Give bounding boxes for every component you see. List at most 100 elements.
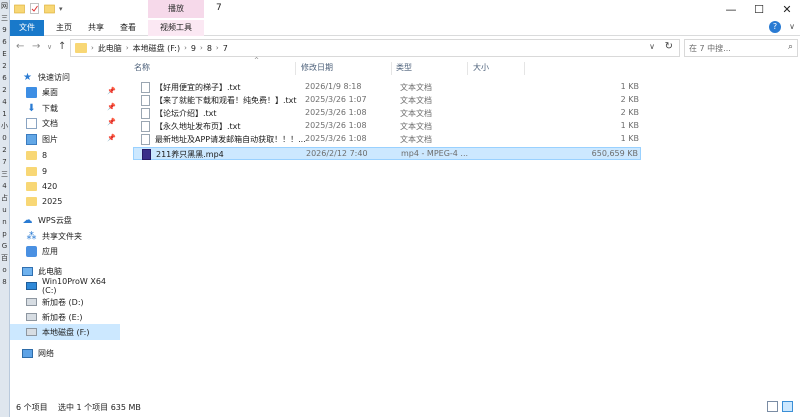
breadcrumb-8[interactable]: 8	[207, 44, 212, 53]
column-divider[interactable]	[295, 62, 296, 75]
nav-wps-cloud[interactable]: ☁ WPS云盘	[22, 212, 132, 228]
expand-ribbon-icon[interactable]: ∨	[789, 22, 795, 31]
column-header-type[interactable]: 类型	[396, 60, 468, 76]
chevron-right-icon[interactable]: ›	[216, 44, 219, 52]
status-selection: 选中 1 个项目 635 MB	[58, 403, 141, 412]
nav-label: 共享文件夹	[42, 231, 82, 241]
tab-file[interactable]: 文件	[10, 20, 44, 36]
table-row-selected[interactable]: 211养只黑黑.mp4 2026/2/12 7:40 mp4 - MPEG-4 …	[133, 147, 641, 160]
column-divider[interactable]	[391, 62, 392, 75]
nav-item-folder-420[interactable]: 420	[26, 178, 120, 194]
desktop-strip-glyph: 9	[2, 26, 7, 34]
file-name: 【永久地址发布页】.txt	[155, 122, 241, 131]
network-icon	[22, 348, 33, 358]
navigation-row: ← → ∨ ↑ › 此电脑 › 本地磁盘 (F:) › 9 › 8 › 7 ∨ …	[10, 37, 800, 59]
nav-item-shared-folder[interactable]: ⁂ 共享文件夹	[26, 228, 120, 244]
nav-drive-f[interactable]: 本地磁盘 (F:)	[10, 324, 120, 340]
nav-item-folder-2025[interactable]: 2025	[26, 193, 120, 209]
desktop-strip-glyph: u	[2, 206, 7, 214]
window-controls: — ☐ ✕	[717, 0, 800, 20]
breadcrumb-drive-f[interactable]: 本地磁盘 (F:)	[133, 43, 180, 54]
file-date: 2026/2/12 7:40	[306, 149, 368, 158]
address-bar[interactable]: › 此电脑 › 本地磁盘 (F:) › 9 › 8 › 7 ∨ ↻	[70, 39, 680, 57]
file-type: 文本文档	[400, 83, 432, 92]
table-row[interactable]: 【来了就能下载和观看！纯免费！】.txt 2025/3/26 1:07 文本文档…	[133, 94, 641, 107]
forward-icon[interactable]: →	[32, 41, 40, 52]
breadcrumb-7[interactable]: 7	[223, 44, 228, 53]
tab-video-tools[interactable]: 视频工具	[148, 20, 204, 36]
large-icons-view-icon[interactable]	[782, 401, 793, 412]
desktop-strip-glyph: 2	[2, 86, 7, 94]
chevron-right-icon[interactable]: ›	[184, 44, 187, 52]
customize-toolbar-icon[interactable]: ▾	[59, 5, 63, 13]
search-input[interactable]: 在 7 中搜... ⌕	[684, 39, 798, 57]
nav-label: WPS云盘	[38, 215, 72, 225]
tab-home[interactable]: 主页	[50, 20, 78, 36]
pin-icon: 📌	[107, 134, 116, 142]
file-date: 2025/3/26 1:08	[305, 108, 367, 117]
status-item-count: 6 个项目	[16, 403, 48, 412]
nav-label: 桌面	[42, 87, 58, 97]
file-size: 2 KB	[620, 108, 639, 117]
file-type: mp4 - MPEG-4 ...	[401, 149, 469, 158]
nav-drive-e[interactable]: 新加卷 (E:)	[26, 309, 120, 325]
file-name: 【论坛介绍】.txt	[155, 109, 217, 118]
chevron-right-icon[interactable]: ›	[200, 44, 203, 52]
tab-view[interactable]: 查看	[114, 20, 142, 36]
tab-share[interactable]: 共享	[82, 20, 110, 36]
column-header-date[interactable]: 修改日期	[301, 60, 391, 76]
file-date: 2025/3/26 1:08	[305, 134, 367, 143]
close-button[interactable]: ✕	[773, 0, 800, 20]
nav-item-folder-9[interactable]: 9	[26, 163, 120, 179]
column-divider[interactable]	[467, 62, 468, 75]
details-view-icon[interactable]	[767, 401, 778, 412]
nav-item-documents[interactable]: 文档 📌	[26, 115, 120, 131]
back-icon[interactable]: ←	[16, 41, 24, 52]
table-row[interactable]: 【永久地址发布页】.txt 2025/3/26 1:08 文本文档 1 KB	[133, 120, 641, 133]
properties-icon[interactable]	[29, 3, 40, 14]
folder-icon	[75, 43, 87, 53]
table-row[interactable]: 【好用便宜的梯子】.txt 2026/1/9 8:18 文本文档 1 KB	[133, 81, 641, 94]
pin-icon: 📌	[107, 118, 116, 126]
nav-item-desktop[interactable]: 桌面 📌	[26, 84, 120, 100]
new-folder-icon[interactable]	[44, 3, 55, 14]
table-row[interactable]: 【论坛介绍】.txt 2025/3/26 1:08 文本文档 2 KB	[133, 107, 641, 120]
maximize-button[interactable]: ☐	[745, 0, 773, 20]
file-type: 文本文档	[400, 109, 432, 118]
desktop-strip-glyph: 网	[1, 2, 8, 10]
file-size: 650,659 KB	[591, 149, 638, 158]
nav-item-pictures[interactable]: 图片 📌	[26, 131, 120, 147]
table-row[interactable]: 最新地址及APP请发邮箱自动获取！！！... 2025/3/26 1:08 文本…	[133, 133, 641, 146]
nav-quick-access[interactable]: ★ 快速访问	[22, 69, 132, 85]
nav-label: 2025	[42, 196, 63, 206]
breadcrumb-this-pc[interactable]: 此电脑	[98, 43, 122, 54]
recent-locations-icon[interactable]: ∨	[47, 43, 52, 51]
minimize-button[interactable]: —	[717, 0, 745, 20]
file-name: 211养只黑黑.mp4	[156, 150, 224, 159]
column-header-size[interactable]: 大小	[473, 60, 523, 76]
nav-network[interactable]: 网络	[22, 345, 132, 361]
desktop-strip-glyph: 0	[2, 134, 7, 142]
title-bar: ▾ 播放 7 — ☐ ✕	[10, 0, 800, 20]
help-icon[interactable]: ?	[769, 21, 781, 33]
nav-drive-c[interactable]: Win10ProW X64 (C:)	[26, 277, 120, 295]
shared-folder-icon: ⁂	[26, 230, 37, 242]
desktop-strip-glyph: G	[1, 242, 8, 250]
nav-item-folder-8[interactable]: 8	[26, 147, 120, 163]
chevron-right-icon[interactable]: ›	[126, 44, 129, 52]
chevron-down-icon[interactable]: ∨	[649, 42, 655, 51]
nav-item-apps[interactable]: 应用	[26, 243, 120, 259]
breadcrumb-9[interactable]: 9	[191, 44, 196, 53]
nav-label: 应用	[42, 246, 58, 256]
refresh-icon[interactable]: ↻	[665, 41, 673, 52]
nav-item-downloads[interactable]: ⬇ 下载 📌	[26, 100, 120, 116]
pin-icon: 📌	[107, 87, 116, 95]
nav-label: 8	[42, 150, 48, 160]
up-icon[interactable]: ↑	[58, 41, 66, 52]
folder-icon	[26, 150, 37, 160]
text-file-icon	[141, 95, 150, 106]
desktop-strip-glyph: n	[2, 218, 7, 226]
column-header-name[interactable]: 名称	[134, 60, 292, 76]
column-divider[interactable]	[524, 62, 525, 75]
nav-drive-d[interactable]: 新加卷 (D:)	[26, 294, 120, 310]
